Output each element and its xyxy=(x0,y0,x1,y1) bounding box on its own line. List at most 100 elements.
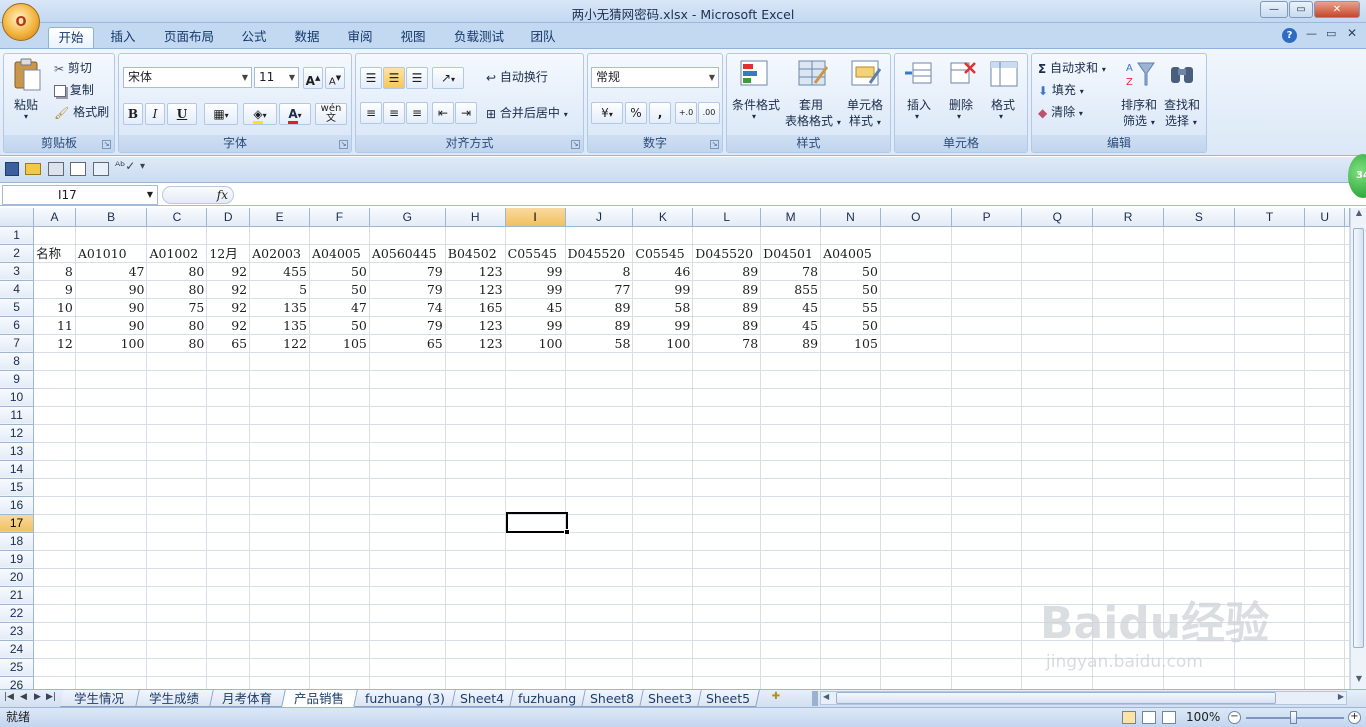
cell[interactable] xyxy=(692,424,762,443)
table-format-label[interactable]: 表格格式 ▾ xyxy=(785,112,841,129)
row-header[interactable]: 10 xyxy=(0,388,35,407)
cell[interactable] xyxy=(760,442,822,461)
cell[interactable]: 135 xyxy=(249,298,311,317)
row-header[interactable]: 1 xyxy=(0,226,35,245)
cell[interactable]: A02003 xyxy=(249,244,311,263)
cell[interactable] xyxy=(505,370,566,389)
cell[interactable] xyxy=(1163,496,1235,515)
cell[interactable] xyxy=(505,424,566,443)
cell[interactable] xyxy=(820,604,881,623)
cell[interactable] xyxy=(1234,388,1306,407)
fill-color-button[interactable]: ◈▾ xyxy=(243,103,277,125)
cell[interactable]: 90 xyxy=(75,298,148,317)
cell[interactable] xyxy=(1344,478,1350,497)
cell[interactable]: 5 xyxy=(249,280,311,299)
cell[interactable] xyxy=(692,586,762,605)
cell[interactable] xyxy=(1163,640,1235,659)
cell[interactable]: 100 xyxy=(505,334,566,353)
cell[interactable] xyxy=(1092,316,1164,335)
cell[interactable] xyxy=(146,388,208,407)
paste-button[interactable]: 粘贴 xyxy=(14,96,38,113)
cell[interactable] xyxy=(1163,658,1235,677)
cell[interactable] xyxy=(369,460,446,479)
row-header[interactable]: 8 xyxy=(0,352,35,371)
cell[interactable]: 65 xyxy=(206,334,251,353)
cell[interactable] xyxy=(880,514,952,533)
cell[interactable] xyxy=(249,676,311,689)
column-header[interactable]: K xyxy=(632,208,694,227)
cell[interactable] xyxy=(760,226,822,245)
print-icon[interactable] xyxy=(48,162,64,176)
cell[interactable] xyxy=(880,424,952,443)
name-box[interactable]: I17 ▼ xyxy=(2,185,158,205)
row-header[interactable]: 25 xyxy=(0,658,35,677)
cell[interactable] xyxy=(880,352,952,371)
number-format-combo[interactable]: 常规 ▼ xyxy=(591,67,719,88)
cell[interactable] xyxy=(309,424,370,443)
column-header[interactable]: E xyxy=(249,208,311,227)
cell[interactable] xyxy=(206,568,251,587)
cell[interactable]: 45 xyxy=(760,298,822,317)
cell[interactable] xyxy=(369,640,446,659)
cell[interactable] xyxy=(820,226,881,245)
cell[interactable] xyxy=(1092,514,1164,533)
cell[interactable]: 89 xyxy=(692,316,762,335)
cell[interactable] xyxy=(369,496,446,515)
cell[interactable] xyxy=(820,478,881,497)
cell[interactable] xyxy=(1304,406,1345,425)
scroll-left-icon[interactable]: ◀ xyxy=(823,692,829,701)
ribbon-restore-icon[interactable]: ▭ xyxy=(1326,27,1336,40)
tab-view[interactable]: 视图 xyxy=(391,27,435,49)
cell[interactable]: 55 xyxy=(820,298,881,317)
cell[interactable] xyxy=(33,370,76,389)
autosum-button[interactable]: Σ 自动求和 ▾ xyxy=(1038,59,1106,76)
cell[interactable] xyxy=(1092,244,1164,263)
minimize-button[interactable]: — xyxy=(1260,1,1288,18)
cell[interactable] xyxy=(820,352,881,371)
cell[interactable] xyxy=(1021,676,1094,689)
cell[interactable] xyxy=(33,586,76,605)
first-sheet-icon[interactable]: |◀ xyxy=(4,692,14,702)
cell[interactable] xyxy=(951,244,1023,263)
cell[interactable] xyxy=(632,586,694,605)
cell[interactable] xyxy=(146,658,208,677)
cell-styles-button[interactable]: 单元格 xyxy=(847,96,883,113)
cell[interactable]: A04005 xyxy=(820,244,881,263)
cell[interactable] xyxy=(820,442,881,461)
cell[interactable] xyxy=(1092,496,1164,515)
cell[interactable] xyxy=(1234,568,1306,587)
cell[interactable] xyxy=(505,352,566,371)
cell[interactable] xyxy=(505,388,566,407)
cell[interactable] xyxy=(1021,244,1094,263)
cell-styles-label[interactable]: 样式 ▾ xyxy=(849,112,881,129)
cell[interactable] xyxy=(146,460,208,479)
cell[interactable] xyxy=(565,514,634,533)
cell[interactable] xyxy=(369,550,446,569)
cell[interactable] xyxy=(369,478,446,497)
cell[interactable] xyxy=(1304,640,1345,659)
cell[interactable] xyxy=(820,406,881,425)
sheet-tab[interactable]: 产品销售 xyxy=(282,690,358,707)
cell[interactable] xyxy=(1163,478,1235,497)
cell[interactable] xyxy=(1344,532,1350,551)
cell[interactable] xyxy=(880,622,952,641)
cell[interactable] xyxy=(1092,424,1164,443)
cell[interactable]: 47 xyxy=(75,262,148,281)
cell[interactable] xyxy=(309,532,370,551)
cell[interactable]: 50 xyxy=(309,316,370,335)
cell[interactable]: B04502 xyxy=(445,244,506,263)
cell[interactable] xyxy=(632,640,694,659)
cell[interactable] xyxy=(1163,676,1235,689)
cell[interactable] xyxy=(760,676,822,689)
cell[interactable] xyxy=(146,604,208,623)
cell[interactable] xyxy=(632,406,694,425)
cell[interactable] xyxy=(632,604,694,623)
conditional-format-button[interactable]: 条件格式 xyxy=(732,96,780,113)
cell[interactable] xyxy=(760,568,822,587)
cell[interactable] xyxy=(880,226,952,245)
cell[interactable] xyxy=(1021,586,1094,605)
cell[interactable] xyxy=(1092,550,1164,569)
cell[interactable] xyxy=(33,604,76,623)
cell[interactable] xyxy=(249,352,311,371)
cell[interactable] xyxy=(1234,550,1306,569)
